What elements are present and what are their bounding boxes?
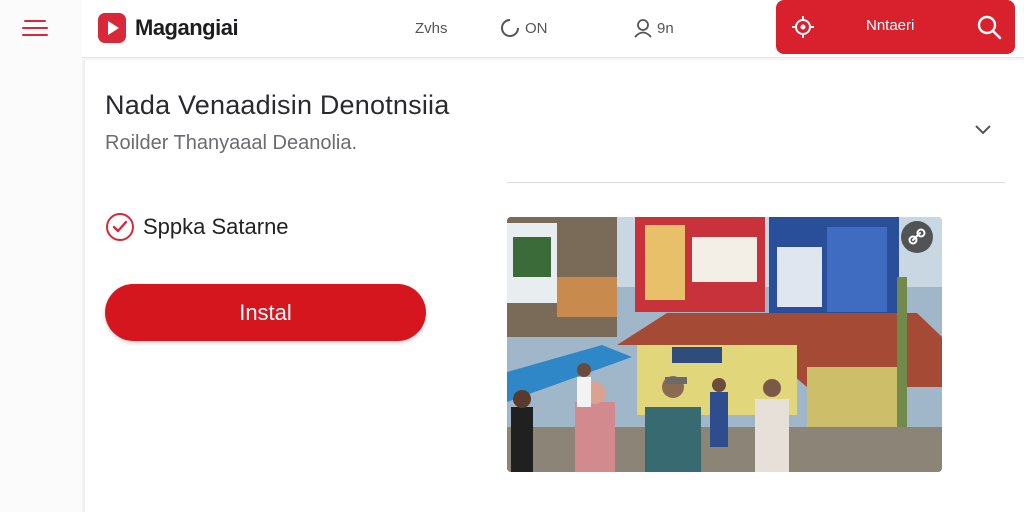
nav-item-label: Zvhs: [415, 19, 448, 37]
chevron-down-icon[interactable]: [971, 118, 995, 142]
street-scene-image: [507, 217, 942, 472]
check-circle-icon: [106, 213, 134, 241]
person-icon: [634, 19, 652, 38]
app-title: Nada Venaadisin Denotnsiia: [105, 90, 450, 120]
play-logo-icon: [98, 13, 126, 43]
nav-item-account[interactable]: 9n: [633, 14, 674, 42]
nav-item-label: 9n: [657, 19, 674, 37]
hamburger-menu-icon[interactable]: [22, 16, 50, 42]
power-icon: [501, 19, 519, 37]
primary-action-label: Nntaeri: [866, 17, 915, 34]
status-label: Sppka Satarne: [143, 214, 289, 239]
app-screenshot[interactable]: [507, 217, 942, 472]
app-detail-card: Nada Venaadisin Denotnsiia Roilder Thany…: [84, 60, 1024, 512]
status-row: Sppka Satarne: [105, 210, 289, 244]
primary-action-button[interactable]: Nntaeri: [776, 0, 1015, 54]
install-button[interactable]: Instal: [105, 284, 426, 341]
nav-item-label: ON: [525, 19, 548, 37]
app-subtitle: Roilder Thanyaaal Deanolia.: [105, 132, 358, 154]
nav-item-power[interactable]: ON: [499, 14, 548, 42]
brand-name: Magangiai: [135, 15, 239, 40]
brand[interactable]: Magangiai: [98, 11, 239, 45]
divider: [507, 182, 1005, 183]
search-icon[interactable]: [975, 13, 1003, 41]
left-rail: [0, 0, 82, 512]
target-icon: [792, 16, 814, 38]
link-icon[interactable]: [901, 221, 933, 253]
nav-item-zvhs[interactable]: Zvhs: [415, 14, 448, 42]
